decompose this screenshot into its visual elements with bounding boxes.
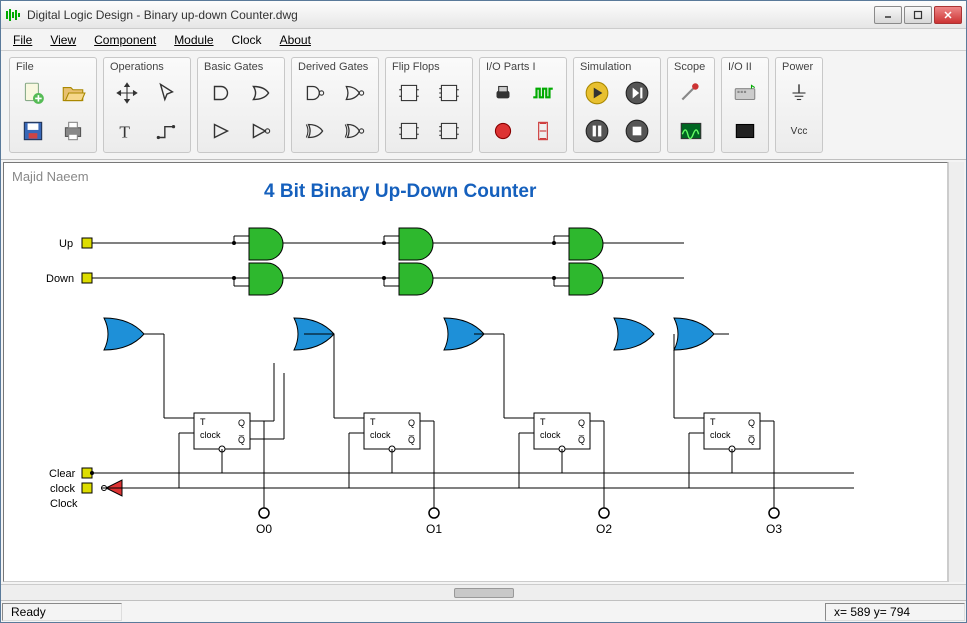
display-tool[interactable] (728, 114, 762, 148)
xnor-gate-tool[interactable] (338, 114, 372, 148)
d-flipflop-tool[interactable] (392, 76, 426, 110)
label-down: Down (46, 273, 74, 285)
oscilloscope-tool[interactable] (674, 114, 708, 148)
led-tool[interactable] (486, 114, 520, 148)
toolgroup-io-parts-1: I/O Parts I (479, 57, 567, 153)
probe-tool[interactable] (674, 76, 708, 110)
horizontal-scrollbar[interactable] (1, 584, 966, 600)
vcc-tool[interactable]: Vcc (782, 114, 816, 148)
open-file-button[interactable] (56, 76, 90, 110)
toolgroup-io-2: I/O II (721, 57, 769, 153)
app-icon (5, 7, 21, 23)
toolbar: File Operations T Basic Gates (1, 51, 966, 160)
window-title: Digital Logic Design - Binary up-down Co… (27, 8, 874, 22)
menu-view[interactable]: View (42, 31, 84, 49)
menu-component[interactable]: Component (86, 31, 164, 49)
nand-gate-tool[interactable] (298, 76, 332, 110)
ground-tool[interactable] (782, 76, 816, 110)
menu-clock[interactable]: Clock (224, 31, 270, 49)
new-file-button[interactable] (16, 76, 50, 110)
switch-tool[interactable] (486, 76, 520, 110)
print-button[interactable] (56, 114, 90, 148)
keyboard-tool[interactable] (728, 76, 762, 110)
sr-flipflop-tool[interactable] (432, 114, 466, 148)
toolgroup-derived-gates: Derived Gates (291, 57, 379, 153)
clock-signal-tool[interactable] (526, 76, 560, 110)
svg-text:O0: O0 (256, 522, 272, 536)
step-button[interactable] (620, 76, 654, 110)
menu-about[interactable]: About (272, 31, 319, 49)
move-tool[interactable] (110, 76, 144, 110)
jk-flipflop-tool[interactable] (432, 76, 466, 110)
wire-tool[interactable] (150, 114, 184, 148)
toolgroup-power: Power Vcc (775, 57, 823, 153)
menu-file[interactable]: File (5, 31, 40, 49)
save-button[interactable] (16, 114, 50, 148)
pause-button[interactable] (580, 114, 614, 148)
close-button[interactable] (934, 6, 962, 24)
status-ready: Ready (2, 603, 122, 621)
xor-gate-tool[interactable] (298, 114, 332, 148)
stop-button[interactable] (620, 114, 654, 148)
and-gate-tool[interactable] (204, 76, 238, 110)
play-button[interactable] (580, 76, 614, 110)
schematic-canvas[interactable]: Majid Naeem 4 Bit Binary Up-Down Counter… (3, 162, 948, 582)
svg-text:O3: O3 (766, 522, 782, 536)
maximize-button[interactable] (904, 6, 932, 24)
toolgroup-file: File (9, 57, 97, 153)
schematic-svg: T clock Q Q̅ Up Down Clear clock Clock (4, 163, 934, 582)
or-gate-tool[interactable] (244, 76, 278, 110)
buffer-tool[interactable] (204, 114, 238, 148)
toolgroup-operations: Operations T (103, 57, 191, 153)
pointer-tool[interactable] (150, 76, 184, 110)
svg-text:O2: O2 (596, 522, 612, 536)
label-clock: Clock (50, 498, 78, 510)
toolgroup-scope: Scope (667, 57, 715, 153)
vertical-scrollbar[interactable] (948, 162, 964, 582)
toolgroup-simulation: Simulation (573, 57, 661, 153)
label-clear: Clear (49, 468, 76, 480)
not-gate-tool[interactable] (244, 114, 278, 148)
label-up: Up (59, 238, 73, 250)
app-window: Digital Logic Design - Binary up-down Co… (0, 0, 967, 623)
status-coords: x= 589 y= 794 (825, 603, 965, 621)
toolgroup-basic-gates: Basic Gates (197, 57, 285, 153)
statusbar: Ready x= 589 y= 794 (1, 600, 966, 622)
text-tool[interactable]: T (110, 114, 144, 148)
svg-text:T: T (119, 123, 130, 142)
nor-gate-tool[interactable] (338, 76, 372, 110)
menubar: File View Component Module Clock About (1, 29, 966, 51)
canvas-area: Majid Naeem 4 Bit Binary Up-Down Counter… (1, 160, 966, 584)
menu-module[interactable]: Module (166, 31, 221, 49)
label-clockin: clock (50, 483, 76, 495)
titlebar: Digital Logic Design - Binary up-down Co… (1, 1, 966, 29)
seven-segment-tool[interactable] (526, 114, 560, 148)
svg-text:O1: O1 (426, 522, 442, 536)
t-flipflop-tool[interactable] (392, 114, 426, 148)
minimize-button[interactable] (874, 6, 902, 24)
toolgroup-flip-flops: Flip Flops (385, 57, 473, 153)
window-controls (874, 6, 962, 24)
